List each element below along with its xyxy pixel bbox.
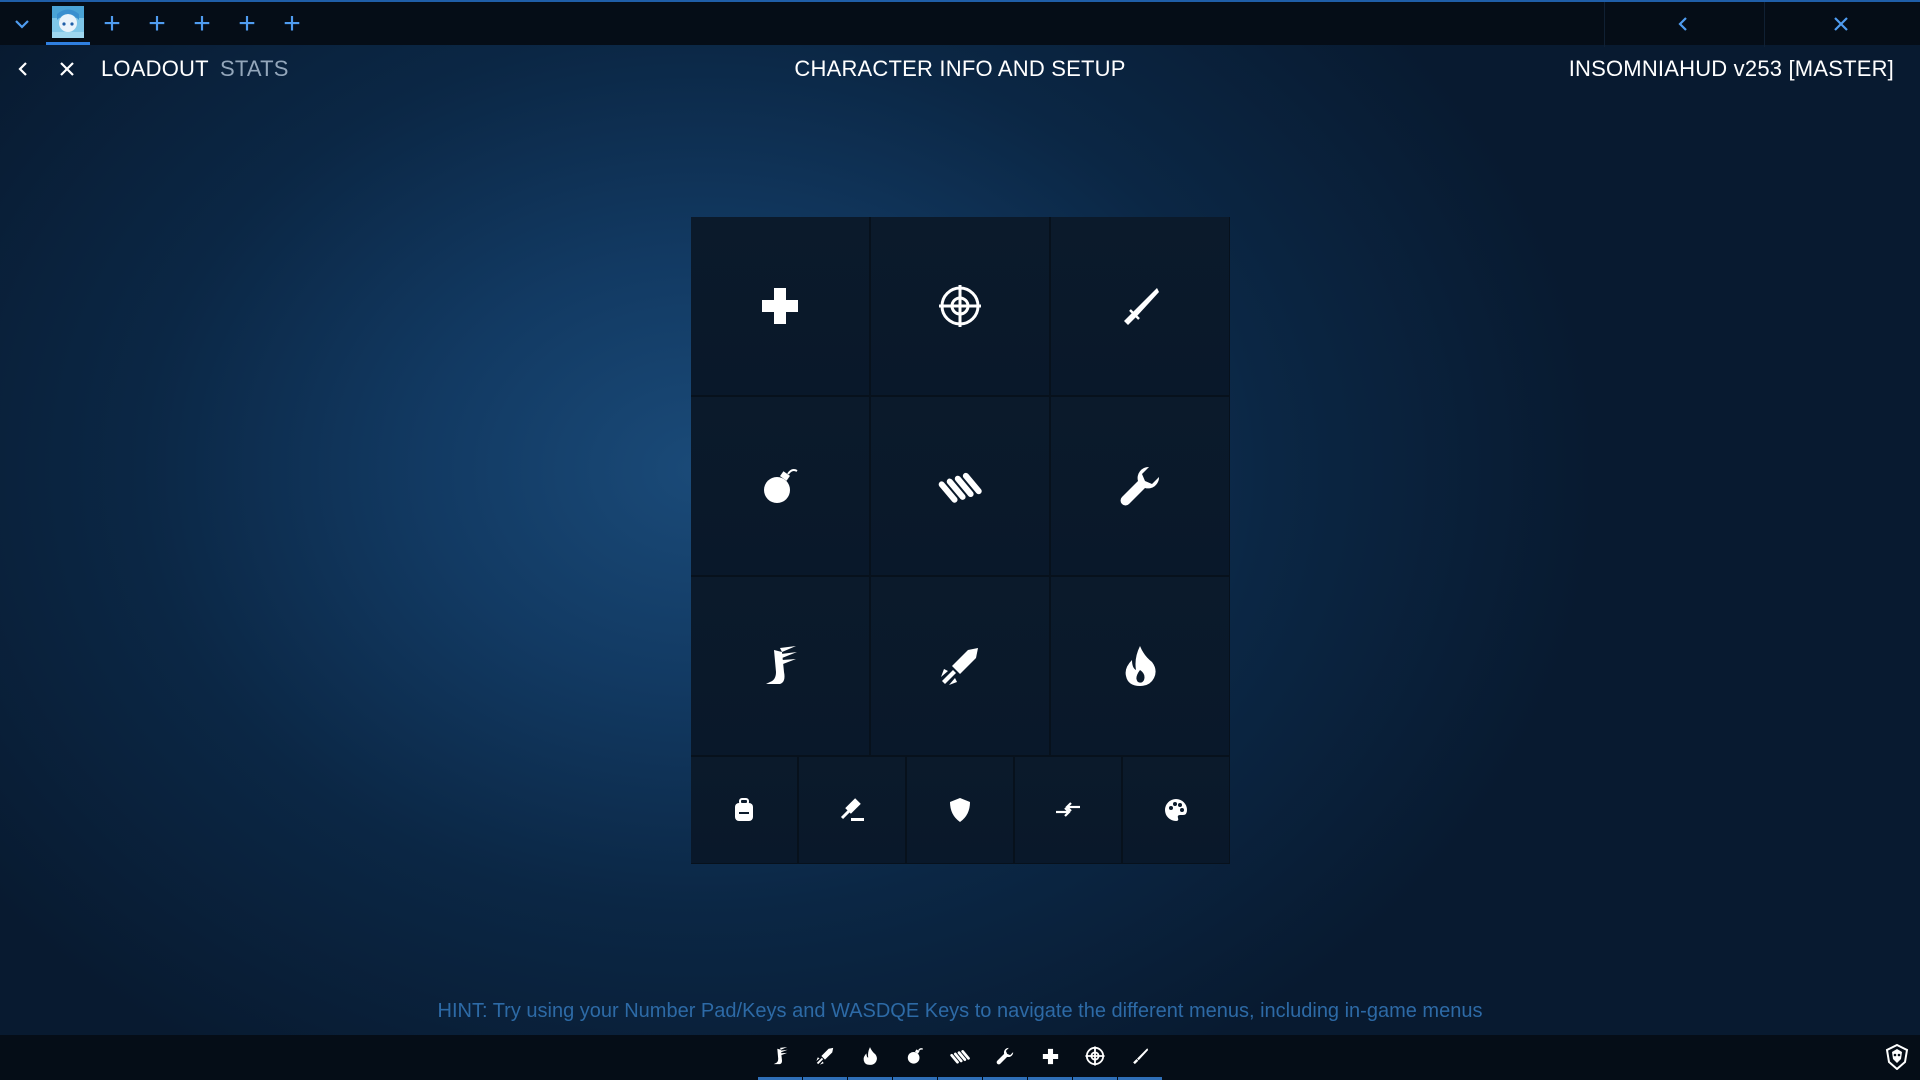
fire-icon: [863, 1047, 877, 1065]
grid-cell-wrench[interactable]: [1051, 397, 1229, 575]
rocket-icon: [816, 1047, 834, 1065]
grid-cell-shield[interactable]: [907, 757, 1013, 863]
crosshair-icon: [939, 285, 981, 327]
hint-text: HINT: Try using your Number Pad/Keys and…: [437, 1000, 1483, 1022]
grid-cell-medkit[interactable]: [691, 217, 869, 395]
palette-icon: [1165, 799, 1187, 821]
grid-cell-swap[interactable]: [1015, 757, 1121, 863]
winged-boot-icon: [773, 1047, 788, 1065]
chevron-down-icon: [15, 20, 29, 29]
grid-cell-winged-boot[interactable]: [691, 577, 869, 755]
app-window: + + + + + LOADOUT STATS CHARACTER INFO A…: [0, 0, 1920, 1080]
version-label: INSOMNIAHUD v253 [MASTER]: [1568, 56, 1894, 81]
wrench-icon: [996, 1047, 1014, 1065]
grid-cell-gavel[interactable]: [799, 757, 905, 863]
quickbar-wrench[interactable]: [983, 1035, 1027, 1080]
top-tab-bar: + + + + +: [0, 0, 1920, 47]
quickbar-crosshair[interactable]: [1073, 1035, 1117, 1080]
shield-icon: [950, 798, 970, 822]
knife-icon: [1133, 1048, 1149, 1065]
tab-scroll-left-button[interactable]: [1663, 4, 1703, 44]
rocket-icon: [941, 648, 978, 685]
plus-icon: +: [193, 7, 211, 40]
quickbar-winged-boot[interactable]: [758, 1035, 802, 1080]
backpack-icon: [735, 798, 753, 821]
avatar: [52, 6, 84, 38]
grid-cell-rocket[interactable]: [871, 577, 1049, 755]
close-icon: [1834, 17, 1848, 31]
quickbar-ammo-belt[interactable]: [938, 1035, 982, 1080]
plus-icon: +: [283, 7, 301, 40]
grid-cell-ammo-belt[interactable]: [871, 397, 1049, 575]
tab-list-dropdown-button[interactable]: [2, 4, 42, 44]
grid-cell-backpack[interactable]: [691, 757, 797, 863]
add-tab-button[interactable]: +: [227, 4, 267, 44]
ammo-belt-icon: [938, 472, 982, 503]
fire-icon: [1125, 646, 1156, 686]
plus-icon: +: [148, 7, 166, 40]
swap-arrows-icon: [1056, 802, 1080, 817]
winged-boot-icon: [766, 646, 797, 684]
add-tab-button[interactable]: +: [182, 4, 222, 44]
medkit-cross-icon: [1042, 1048, 1058, 1064]
medkit-cross-icon: [762, 288, 798, 324]
divider: [1604, 2, 1605, 47]
quickbar-medkit[interactable]: [1028, 1035, 1072, 1080]
avatar-tab[interactable]: [46, 2, 90, 45]
chevron-left-icon: [1678, 17, 1687, 31]
grid-cell-grenade[interactable]: [691, 397, 869, 575]
add-tab-button[interactable]: +: [272, 4, 312, 44]
grenade-icon: [764, 469, 798, 503]
bottom-quick-bar: [0, 1035, 1920, 1080]
quickbar-rocket[interactable]: [803, 1035, 847, 1080]
ammo-belt-icon: [950, 1050, 970, 1064]
knife-icon: [1124, 288, 1159, 325]
grenade-icon: [907, 1048, 923, 1064]
loadout-grid: [691, 217, 1230, 864]
grid-cell-fire[interactable]: [1051, 577, 1229, 755]
quickbar-grenade[interactable]: [893, 1035, 937, 1080]
grid-cell-knife[interactable]: [1051, 217, 1229, 395]
header: LOADOUT STATS CHARACTER INFO AND SETUP I…: [0, 45, 1920, 93]
grid-cell-crosshair[interactable]: [871, 217, 1049, 395]
plus-icon: +: [103, 7, 121, 40]
wrench-icon: [1120, 466, 1160, 506]
divider: [1764, 2, 1765, 47]
crosshair-icon: [1085, 1046, 1105, 1066]
emblem-icon[interactable]: [1882, 1042, 1912, 1072]
add-tab-button[interactable]: +: [137, 4, 177, 44]
window-close-button[interactable]: [1821, 4, 1861, 44]
quickbar-knife[interactable]: [1118, 1035, 1162, 1080]
plus-icon: +: [238, 7, 256, 40]
quickbar-fire[interactable]: [848, 1035, 892, 1080]
add-tab-button[interactable]: +: [92, 4, 132, 44]
gavel-icon: [840, 798, 864, 821]
grid-cell-palette[interactable]: [1123, 757, 1229, 863]
